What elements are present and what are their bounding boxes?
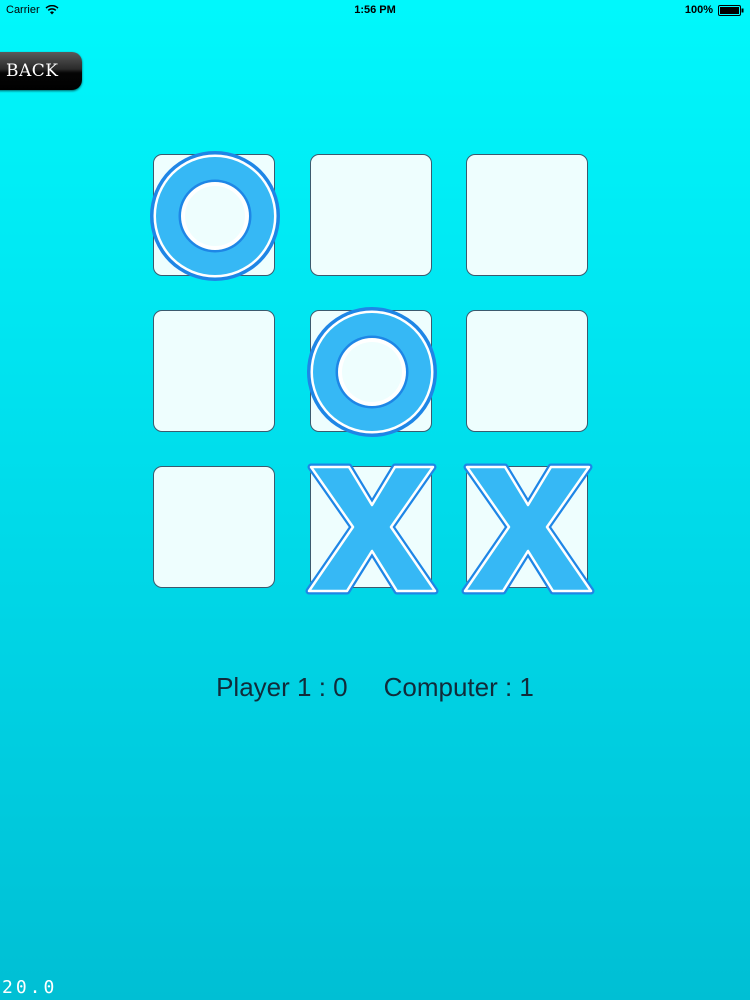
computer-score: Computer : 1 <box>383 672 534 702</box>
board-cell-8[interactable] <box>305 463 439 595</box>
o-mark-icon <box>150 151 280 281</box>
player-score: Player 1 : 0 <box>216 672 348 702</box>
fps-counter: 20.0 <box>2 977 58 998</box>
board-cell-3[interactable] <box>466 154 588 276</box>
board-cell-6[interactable] <box>466 310 588 432</box>
board-cell-7[interactable] <box>153 466 275 588</box>
x-mark-icon <box>461 463 595 595</box>
board-cell-5[interactable] <box>307 307 437 437</box>
board-cell-2[interactable] <box>310 154 432 276</box>
o-mark-icon <box>307 307 437 437</box>
board-cell-1[interactable] <box>150 151 280 281</box>
board-cell-4[interactable] <box>153 310 275 432</box>
x-mark-icon <box>305 463 439 595</box>
score-display: Player 1 : 0 Computer : 1 <box>0 672 750 703</box>
board-cell-9[interactable] <box>461 463 595 595</box>
game-board <box>0 0 750 1000</box>
